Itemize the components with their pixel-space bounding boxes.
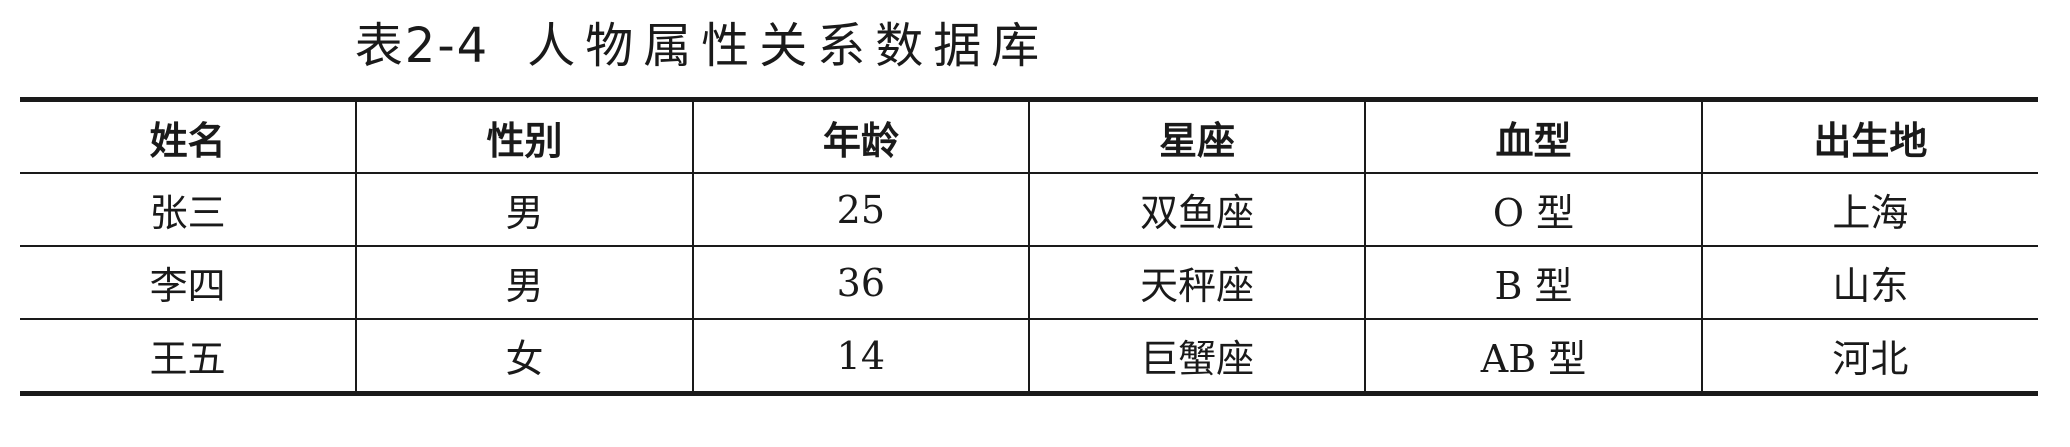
header-birthplace: 出生地 — [1700, 99, 2038, 174]
cell-constellation: 天秤座 — [1027, 246, 1366, 320]
cell-gender: 男 — [355, 173, 693, 247]
table-title: 人物属性关系数据库 — [527, 18, 1050, 74]
cell-age: 14 — [691, 319, 1029, 394]
cell-birthplace: 河北 — [1700, 319, 2038, 394]
cell-blood-type: AB 型 — [1364, 319, 1702, 394]
cell-gender: 男 — [355, 246, 693, 320]
attribute-table: 姓名 性别 年龄 星座 血型 出生地 张三 男 25 双鱼座 O 型 上海 李四… — [20, 97, 2038, 396]
header-gender: 性别 — [355, 99, 693, 174]
cell-birthplace: 山东 — [1700, 246, 2038, 320]
cell-birthplace: 上海 — [1700, 173, 2038, 247]
cell-name: 张三 — [20, 173, 357, 247]
cell-age: 36 — [691, 246, 1029, 320]
table-number: 表2-4 — [354, 18, 490, 74]
cell-name: 李四 — [20, 246, 357, 320]
table-row: 张三 男 25 双鱼座 O 型 上海 — [20, 173, 2038, 247]
cell-blood-type: B 型 — [1364, 246, 1702, 320]
cell-age: 25 — [691, 173, 1029, 247]
cell-constellation: 巨蟹座 — [1027, 319, 1366, 394]
cell-gender: 女 — [355, 319, 693, 394]
table-row: 王五 女 14 巨蟹座 AB 型 河北 — [20, 319, 2038, 394]
table-caption: 表2-4 人物属性关系数据库 — [0, 6, 1404, 76]
table-container: 姓名 性别 年龄 星座 血型 出生地 张三 男 25 双鱼座 O 型 上海 李四… — [20, 97, 2038, 396]
header-name: 姓名 — [20, 99, 357, 174]
cell-name: 王五 — [149, 337, 226, 381]
table-row: 李四 男 36 天秤座 B 型 山东 — [20, 246, 2038, 320]
header-constellation: 星座 — [1027, 99, 1366, 174]
header-blood-type: 血型 — [1364, 99, 1702, 174]
header-row: 姓名 性别 年龄 星座 血型 出生地 — [20, 99, 2038, 174]
cell-constellation: 双鱼座 — [1027, 173, 1366, 247]
cell-blood-type: O 型 — [1364, 173, 1702, 247]
header-age: 年龄 — [691, 99, 1029, 174]
